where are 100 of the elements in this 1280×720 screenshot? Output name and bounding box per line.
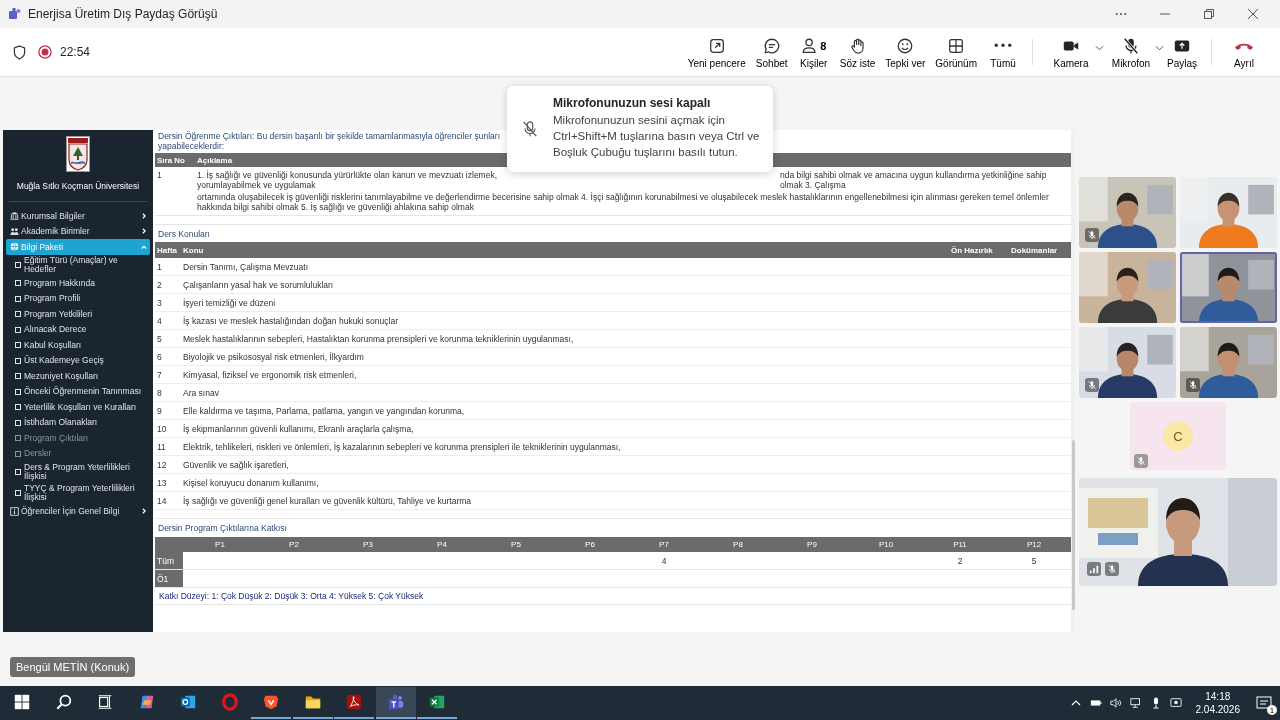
toast-message: Mikrofonunuzun sesini açmak için Ctrl+Shift+M tuşlarına basın veya Ctrl ve Boşluk Çubuğu tuşlarını basılı tutun.	[553, 113, 761, 160]
sidebar-subitem[interactable]: Mezuniyet Koşulları	[3, 368, 153, 384]
ring-icon	[220, 693, 239, 711]
table-cell-text: 12	[156, 459, 168, 470]
table-cell-text: 11	[156, 441, 167, 452]
column-header: P4	[436, 540, 448, 549]
column-header: Ön Hazırlık	[951, 245, 994, 255]
sidebar-subitem[interactable]: İstihdam Olanakları	[3, 415, 153, 431]
section-heading: Ders Konuları	[157, 227, 211, 241]
search-icon	[54, 693, 73, 711]
caret-icon[interactable]	[1095, 44, 1104, 51]
row-header: Ö1	[155, 570, 183, 587]
more-icon	[994, 43, 1012, 48]
table-cell: Kişisel koruyucu donanım kullanımı,	[183, 477, 319, 488]
column-header: P10	[877, 540, 895, 549]
sidebar-subitem[interactable]: Alınacak Derece	[3, 322, 153, 338]
table-cell: Ara sınav	[183, 387, 219, 398]
toolbar-button[interactable]: Sohbet	[750, 33, 793, 71]
avatar: C	[1163, 421, 1193, 451]
participant-tile[interactable]: C	[1130, 402, 1226, 470]
table-cell: İş kazası ve meslek hastalığından doğan hukuki sonuçlar	[183, 315, 398, 326]
notification-icon[interactable]	[1256, 695, 1272, 711]
sidebar-subitem[interactable]: TYYÇ & Program Yeterlilikleri İlişkisi	[3, 482, 153, 504]
chevron-icon	[141, 243, 147, 250]
sidebar-subitem[interactable]: Program Hakkında	[3, 275, 153, 291]
clock[interactable]: 14:18 2.04.2026	[1195, 690, 1240, 716]
table-cell: Biyolojik ve psikososyal risk etmenleri, İlkyardım	[183, 351, 364, 362]
people-icon	[10, 226, 19, 236]
restore-icon[interactable]	[1203, 8, 1215, 20]
scrollbar-thumb[interactable]	[1071, 440, 1075, 610]
notification-badge: 1	[1267, 705, 1277, 715]
table-cell: İş ekipmanlarının güvenli kullanımı, Ekranlı araçlarla çalışma,	[183, 423, 414, 434]
taskbar-button[interactable]	[375, 687, 416, 719]
sidebar-subitem[interactable]: Program Profili	[3, 291, 153, 307]
leave-button[interactable]: Ayrıl	[1220, 33, 1268, 71]
table-cell-text: 1	[156, 170, 163, 182]
table-cell: Dersin Tanımı, Çalışma Mevzuatı	[183, 261, 309, 272]
table-cell: İş sağlığı ve güvenliği genel kuralları ve güvenlik kültürü, Tahliye ve kurtarma	[183, 495, 472, 506]
toolbar-button[interactable]: Kamera	[1041, 33, 1101, 71]
sidebar-item[interactable]: Öğrenciler İçin Genel Bilgi	[3, 503, 153, 519]
column-header: Sıra No	[156, 155, 186, 165]
sidebar-subitem[interactable]: Kabul Koşulları	[3, 337, 153, 353]
table-cell-text: 14	[156, 495, 168, 506]
table-cell: 2	[957, 555, 963, 566]
column-header: P11	[952, 540, 968, 549]
table-cell-text: 5	[156, 333, 163, 344]
teams-icon	[386, 693, 405, 711]
meeting-timer: 22:54	[60, 45, 91, 59]
column-header: P9	[806, 540, 818, 549]
table-cell: Güvenlik ve sağlık işaretleri,	[183, 459, 289, 470]
table-cell-text: 13	[156, 477, 168, 488]
row-header: Tüm	[155, 552, 183, 569]
table-cell: Elektrik, tehlikeleri, riskleri ve önlemleri, İş kazalarının sebepleri ve korunma prensipleri ile tekniklerinin uygulanması,	[183, 441, 621, 452]
toolbar-button[interactable]: Yeni pencere	[682, 33, 751, 71]
sidebar-subitem[interactable]: Önceki Öğrenmenin Tanınması	[3, 384, 153, 400]
column-header: P7	[658, 540, 670, 549]
chevron-icon	[141, 228, 147, 235]
table-cell-text: 3	[156, 297, 163, 308]
toolbar-button[interactable]: Paylaş	[1161, 33, 1203, 71]
sidebar-subitem[interactable]: Eğitim Türü (Amaçlar) ve Hedefler	[3, 254, 153, 276]
table-cell-text: 9	[156, 405, 163, 416]
sidebar-item[interactable]: Akademik Birimler	[3, 223, 153, 239]
table-cell-text: 1	[156, 261, 163, 272]
table-cell: Çalışanların yasal hak ve sorumlulukları	[183, 279, 334, 290]
caret-icon[interactable]	[1155, 44, 1164, 51]
toolbar-button[interactable]: Tepki ver	[880, 33, 931, 71]
close-icon[interactable]	[1247, 8, 1259, 20]
column-header: P12	[1025, 540, 1043, 549]
table-cell: Meslek hastalıklarının sebepleri, Hastalıktan korunma prensipleri ve korunma tekniklerinin uygulanması,	[183, 333, 574, 344]
mail-app-icon	[179, 693, 197, 711]
network-icon[interactable]	[1129, 697, 1142, 709]
globe-icon	[10, 242, 19, 252]
toolbar-button[interactable]: 8 Kişiler	[792, 33, 835, 71]
table-cell-text: 10	[156, 423, 168, 434]
university-logo-icon	[66, 136, 90, 172]
windows-icon	[13, 693, 31, 711]
sidebar-subitem[interactable]: Ders & Program Yeterlilikleri İlişkisi	[3, 461, 153, 483]
toolbar-button[interactable]: Görünüm	[930, 33, 982, 71]
toolbar-button[interactable]: Mikrofon	[1101, 33, 1161, 71]
name-tag: Bengül METİN (Konuk)	[10, 657, 136, 677]
column-header: P3	[362, 540, 374, 549]
toolbar-button[interactable]: Söz iste	[834, 33, 881, 71]
toolbar-button[interactable]: Tümü	[982, 33, 1024, 71]
sidebar-subitem[interactable]: Yeterlilik Koşulları ve Kuralları	[3, 399, 153, 415]
table-cell: Kimyasal, fiziksel ve ergonomik risk etmenleri,	[183, 369, 357, 380]
sidebar-subitem[interactable]: Üst Kademeye Geçiş	[3, 353, 153, 369]
sidebar-item[interactable]: Kurumsal Bilgiler	[3, 208, 153, 224]
table-cell-text: 7	[156, 369, 163, 380]
spreadsheet-app-icon	[428, 693, 446, 711]
section-heading: Dersin Öğrenme Çıktıları: Bu dersin başarılı bir şekilde tamamlanmasıyla öğrenciler şunları yapabileceklerdir:	[158, 131, 501, 151]
sidebar-subitem[interactable]: Program Yetkilileri	[3, 306, 153, 322]
table-cell-text: 6	[156, 351, 163, 362]
battery-icon[interactable]	[1089, 697, 1102, 709]
screen-share-icon[interactable]	[1169, 697, 1182, 709]
chevron-icon	[141, 212, 147, 219]
section-heading: Dersin Program Çıktılarına Katkısı	[157, 521, 288, 535]
speaker-icon[interactable]	[1109, 697, 1122, 709]
signal-icon	[1087, 562, 1101, 576]
chevron-icon	[141, 508, 147, 515]
table-cell: 5	[1031, 555, 1037, 566]
